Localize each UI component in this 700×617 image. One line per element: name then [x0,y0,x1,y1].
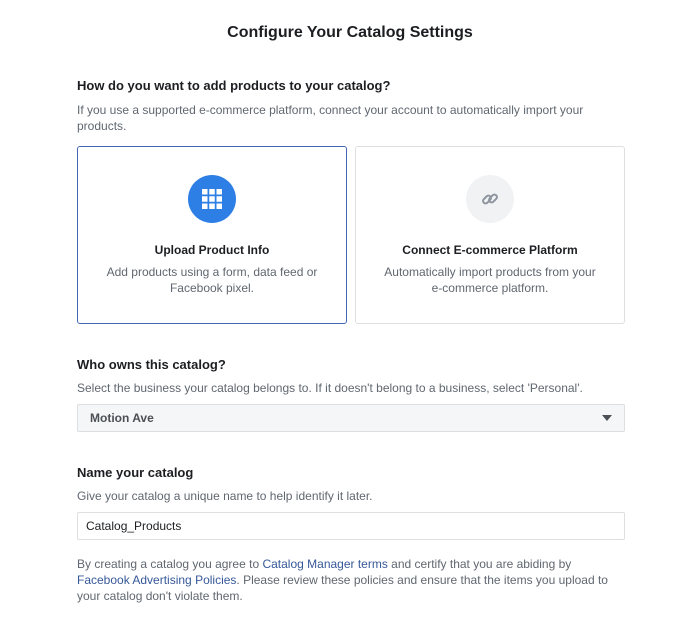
add-products-heading: How do you want to add products to your … [77,78,391,93]
grid-icon [188,175,236,223]
owner-section: Who owns this catalog? Select the busine… [77,357,625,396]
business-owner-value: Motion Ave [90,411,154,425]
upload-product-info-description: Add products using a form, data feed or … [106,265,318,295]
connect-ecommerce-description: Automatically import products from your … [384,265,596,295]
legal-text-1: By creating a catalog you agree to [77,557,263,571]
page-title: Configure Your Catalog Settings [227,24,473,41]
owner-heading: Who owns this catalog? [77,357,226,372]
catalog-name-description: Give your catalog a unique name to help … [77,489,373,503]
facebook-ad-policies-link[interactable]: Facebook Advertising Policies [77,573,236,587]
add-products-section: How do you want to add products to your … [77,78,625,134]
upload-product-info-title: Upload Product Info [154,243,270,257]
owner-description: Select the business your catalog belongs… [77,381,583,395]
connect-ecommerce-title: Connect E-commerce Platform [402,243,578,257]
legal-text-2: and certify that you are abiding by [387,557,572,571]
catalog-name-section: Name your catalog Give your catalog a un… [77,465,625,504]
business-owner-select[interactable]: Motion Ave [77,404,625,432]
add-products-description: If you use a supported e-commerce platfo… [77,103,584,133]
catalog-manager-terms-link[interactable]: Catalog Manager terms [262,557,387,571]
add-method-options: Upload Product Info Add products using a… [77,146,625,324]
legal-notice: By creating a catalog you agree to Catal… [77,556,625,604]
upload-product-info-option[interactable]: Upload Product Info Add products using a… [77,146,347,324]
link-icon [466,175,514,223]
caret-down-icon [602,415,612,421]
connect-ecommerce-option[interactable]: Connect E-commerce Platform Automaticall… [355,146,625,324]
catalog-name-input[interactable] [77,512,625,540]
catalog-name-heading: Name your catalog [77,465,194,480]
